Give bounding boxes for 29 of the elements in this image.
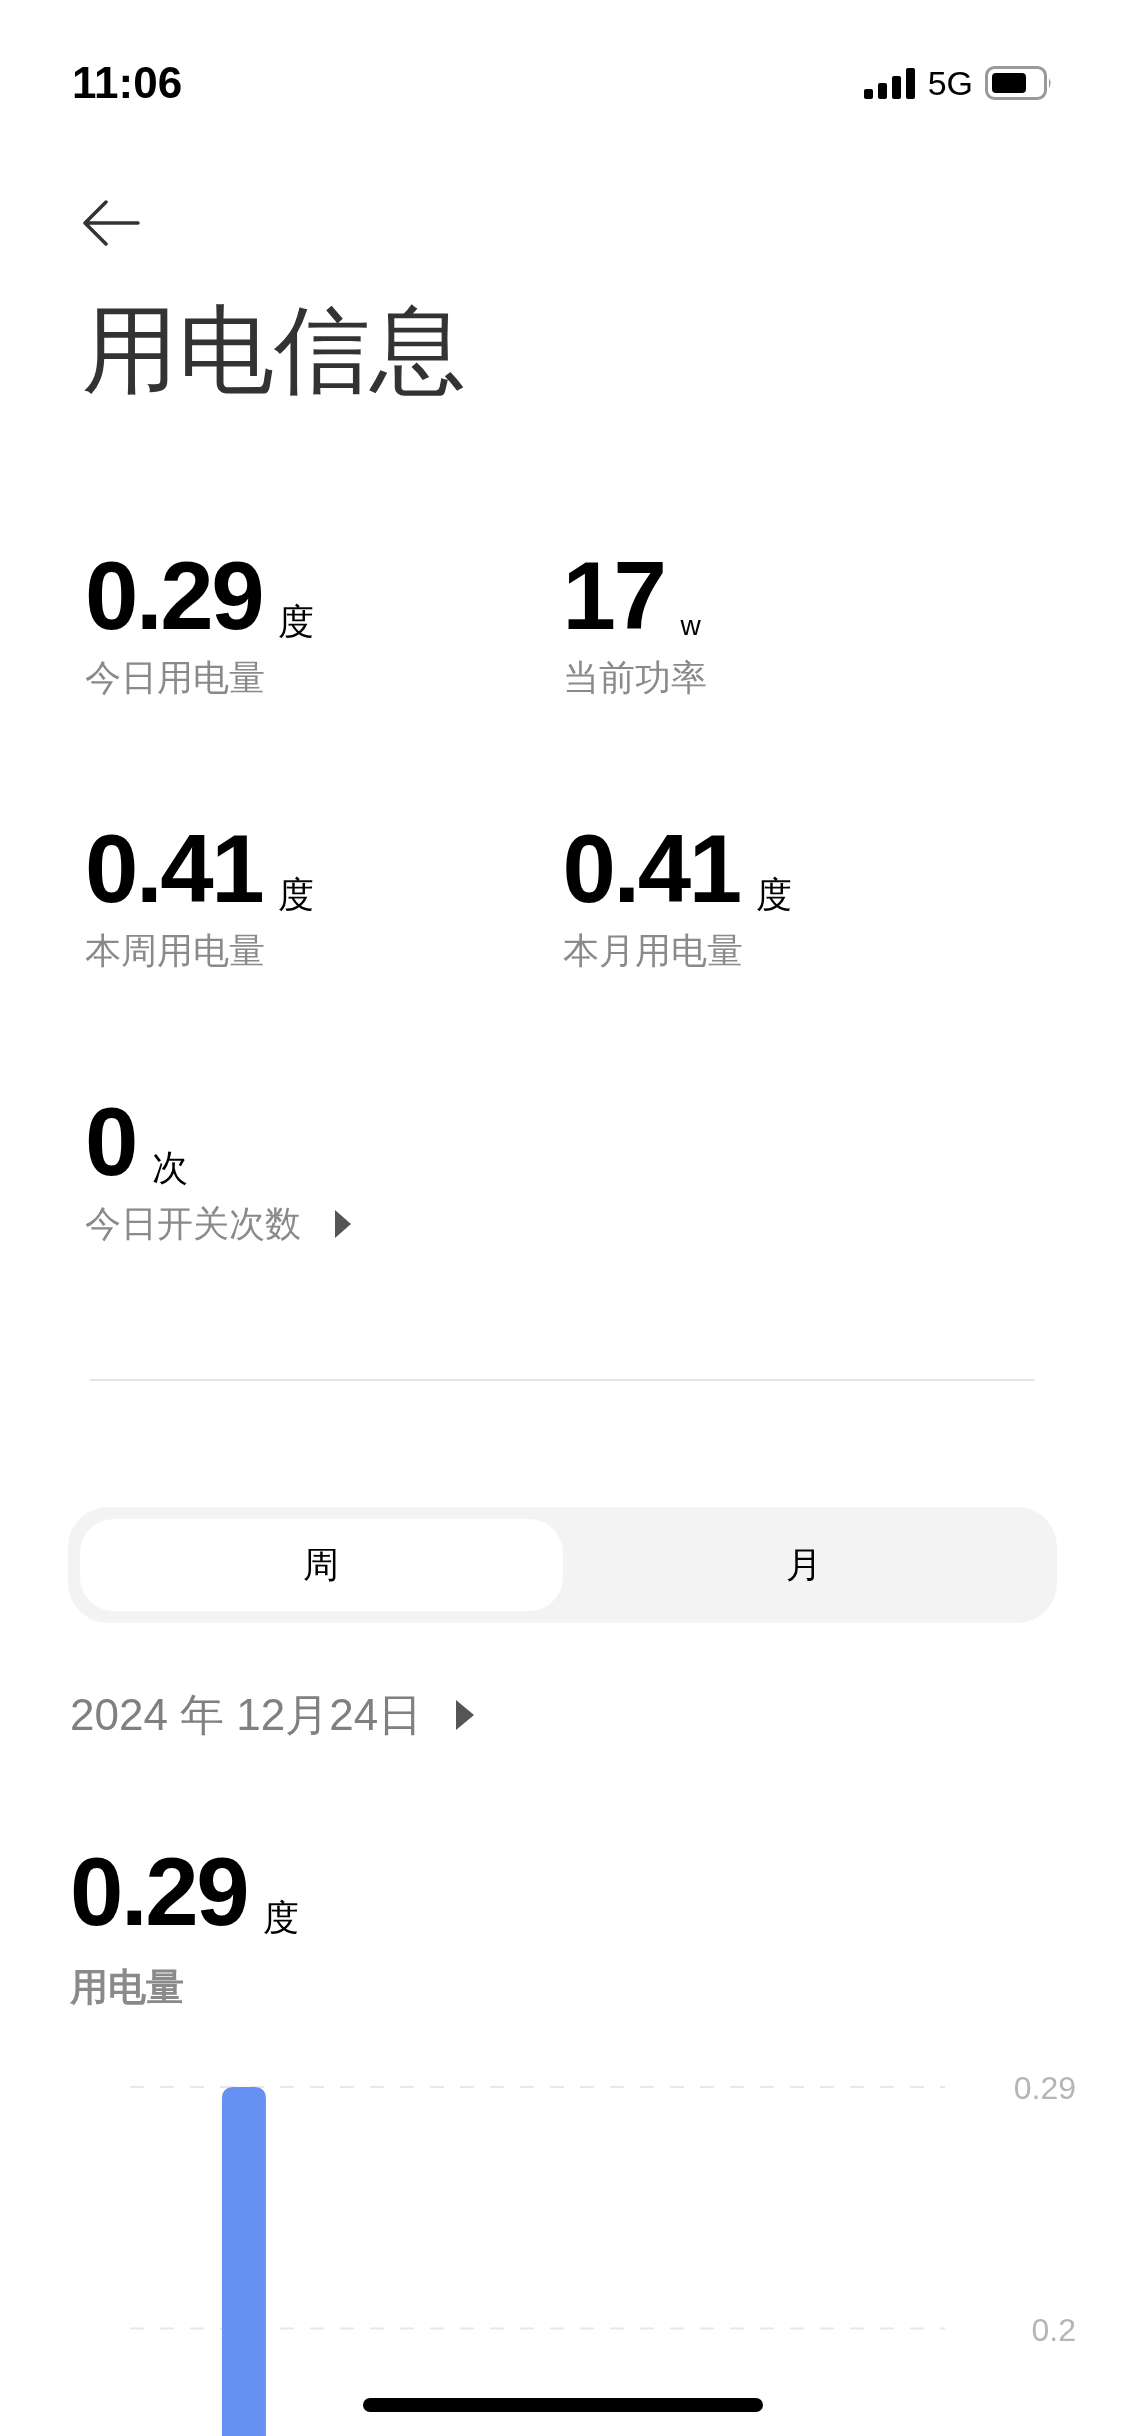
usage-unit: 度 bbox=[263, 1900, 300, 1936]
usage-value: 0.29 bbox=[70, 1844, 248, 1940]
stat-unit: 度 bbox=[755, 877, 792, 913]
stat-label: 本周用电量 bbox=[85, 933, 265, 969]
stat-label: 本月用电量 bbox=[562, 933, 743, 969]
usage-label: 用电量 bbox=[68, 1968, 185, 2006]
period-tab[interactable]: 周 bbox=[80, 1519, 563, 1611]
page-title: 用电信息 bbox=[81, 302, 467, 398]
stat-value: 0.29 bbox=[85, 548, 263, 644]
play-arrow-icon[interactable] bbox=[333, 1208, 353, 1240]
stat-label: 今日用电量 bbox=[85, 660, 265, 696]
stat-value: 17 bbox=[562, 548, 665, 644]
stat-value: 0.41 bbox=[562, 821, 740, 917]
axis-tick-label: 0.29 bbox=[1013, 2070, 1076, 2106]
stat-unit: w bbox=[680, 612, 701, 640]
axis-tick-label: 0.2 bbox=[1031, 2311, 1076, 2348]
battery-icon bbox=[985, 66, 1053, 100]
network-label: 5G bbox=[927, 62, 973, 104]
stat-value: 0.41 bbox=[85, 821, 263, 917]
signal-icon bbox=[863, 67, 916, 99]
back-arrow-icon[interactable] bbox=[82, 200, 140, 246]
status-time: 11:06 bbox=[72, 57, 183, 109]
stat-unit: 次 bbox=[152, 1150, 188, 1186]
period-tab[interactable]: 月 bbox=[562, 1519, 1045, 1611]
stat-unit: 度 bbox=[278, 604, 315, 640]
date-label[interactable]: 2024 年 12月24日 bbox=[70, 1682, 423, 1748]
stat-unit: 度 bbox=[278, 877, 315, 913]
stat-value: 0 bbox=[85, 1094, 136, 1190]
stat-label: 当前功率 bbox=[562, 660, 707, 696]
